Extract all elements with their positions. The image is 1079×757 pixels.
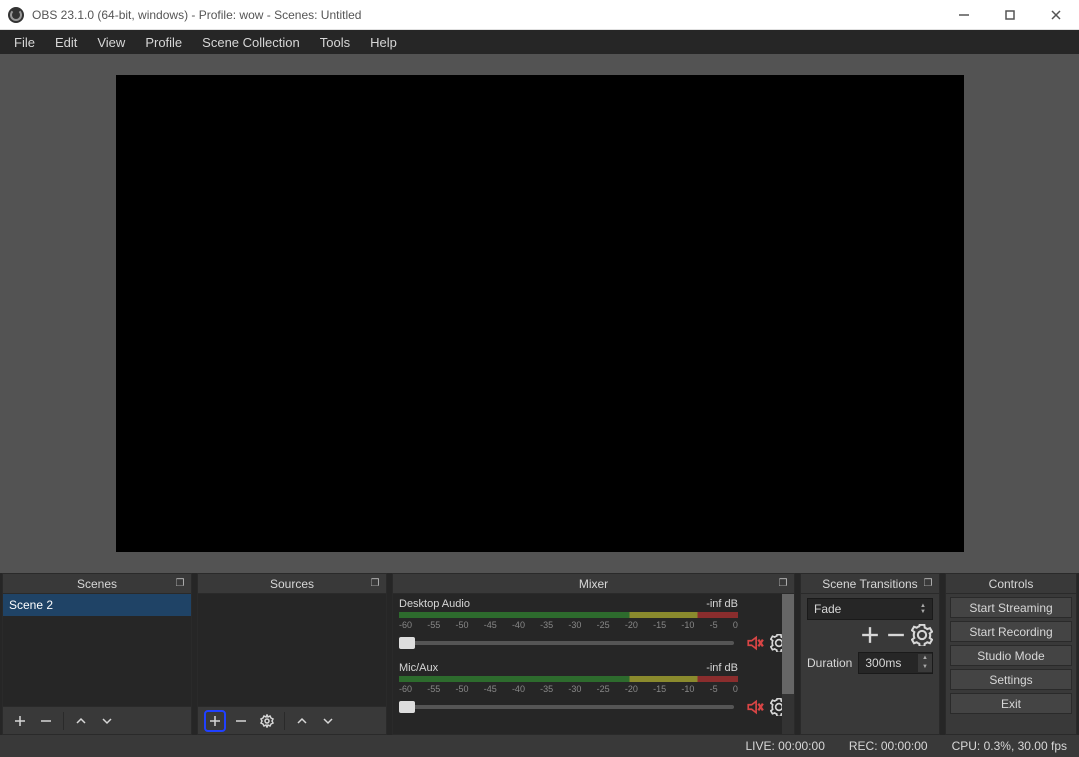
statusbar: LIVE: 00:00:00 REC: 00:00:00 CPU: 0.3%, … <box>0 735 1079 757</box>
close-button[interactable] <box>1033 0 1079 30</box>
chevron-up-icon[interactable]: ▲ <box>918 654 932 663</box>
controls-title: Controls <box>989 577 1034 591</box>
menu-profile[interactable]: Profile <box>135 32 192 53</box>
menu-help[interactable]: Help <box>360 32 407 53</box>
status-rec: REC: 00:00:00 <box>849 739 928 753</box>
preview-canvas[interactable] <box>116 75 964 552</box>
chevron-down-icon[interactable]: ▼ <box>918 663 932 672</box>
volume-slider[interactable] <box>399 705 734 709</box>
move-source-up-button[interactable] <box>291 710 313 732</box>
scenes-title: Scenes <box>77 577 117 591</box>
controls-panel: Controls Start Streaming Start Recording… <box>945 573 1077 735</box>
add-source-button[interactable] <box>204 710 226 732</box>
start-streaming-button[interactable]: Start Streaming <box>950 597 1072 618</box>
channel-level: -inf dB <box>706 662 738 674</box>
transition-properties-button[interactable] <box>911 624 933 646</box>
move-scene-up-button[interactable] <box>70 710 92 732</box>
duration-input[interactable]: 300ms ▲▼ <box>858 652 933 674</box>
undock-icon[interactable]: ❐ <box>776 576 790 590</box>
channel-level: -inf dB <box>706 598 738 610</box>
channel-name: Mic/Aux <box>399 662 438 674</box>
minimize-button[interactable] <box>941 0 987 30</box>
undock-icon[interactable]: ❐ <box>921 576 935 590</box>
sources-list[interactable] <box>198 594 386 706</box>
mixer-title: Mixer <box>579 577 608 591</box>
menubar: File Edit View Profile Scene Collection … <box>0 30 1079 54</box>
volume-slider[interactable] <box>399 641 734 645</box>
add-scene-button[interactable] <box>9 710 31 732</box>
exit-button[interactable]: Exit <box>950 693 1072 714</box>
transition-select[interactable]: Fade ▲▼ <box>807 598 933 620</box>
menu-view[interactable]: View <box>87 32 135 53</box>
sources-panel: Sources ❐ <box>197 573 387 735</box>
mixer-channel: Desktop Audio -inf dB -60-55-50-45-40-35… <box>399 598 788 652</box>
titlebar: OBS 23.1.0 (64-bit, windows) - Profile: … <box>0 0 1079 30</box>
sources-title: Sources <box>270 577 314 591</box>
meter-ticks: -60-55-50-45-40-35-30-25-20-15-10-50 <box>399 620 788 630</box>
mute-icon[interactable] <box>746 634 764 652</box>
remove-transition-button[interactable] <box>885 624 907 646</box>
scenes-list[interactable]: Scene 2 <box>3 594 191 706</box>
audio-meter <box>399 676 738 682</box>
move-scene-down-button[interactable] <box>96 710 118 732</box>
undock-icon[interactable]: ❐ <box>368 576 382 590</box>
move-source-down-button[interactable] <box>317 710 339 732</box>
status-live: LIVE: 00:00:00 <box>745 739 824 753</box>
main-area <box>0 54 1079 573</box>
add-transition-button[interactable] <box>859 624 881 646</box>
app-icon <box>8 7 24 23</box>
remove-scene-button[interactable] <box>35 710 57 732</box>
source-properties-button[interactable] <box>256 710 278 732</box>
mixer-panel: Mixer ❐ Desktop Audio -inf dB -60-55-50-4… <box>392 573 795 735</box>
settings-button[interactable]: Settings <box>950 669 1072 690</box>
transitions-panel: Scene Transitions ❐ Fade ▲▼ Duration 300m… <box>800 573 940 735</box>
audio-meter <box>399 612 738 618</box>
scenes-panel: Scenes ❐ Scene 2 <box>2 573 192 735</box>
mixer-scrollbar[interactable] <box>782 594 794 734</box>
menu-edit[interactable]: Edit <box>45 32 87 53</box>
menu-tools[interactable]: Tools <box>310 32 360 53</box>
menu-file[interactable]: File <box>4 32 45 53</box>
duration-label: Duration <box>807 656 852 670</box>
studio-mode-button[interactable]: Studio Mode <box>950 645 1072 666</box>
mixer-channel: Mic/Aux -inf dB -60-55-50-45-40-35-30-25… <box>399 662 788 716</box>
status-cpu: CPU: 0.3%, 30.00 fps <box>952 739 1067 753</box>
start-recording-button[interactable]: Start Recording <box>950 621 1072 642</box>
channel-name: Desktop Audio <box>399 598 470 610</box>
menu-scene-collection[interactable]: Scene Collection <box>192 32 310 53</box>
remove-source-button[interactable] <box>230 710 252 732</box>
transitions-title: Scene Transitions <box>822 577 917 591</box>
maximize-button[interactable] <box>987 0 1033 30</box>
meter-ticks: -60-55-50-45-40-35-30-25-20-15-10-50 <box>399 684 788 694</box>
window-title: OBS 23.1.0 (64-bit, windows) - Profile: … <box>32 8 941 22</box>
scene-item[interactable]: Scene 2 <box>3 594 191 616</box>
undock-icon[interactable]: ❐ <box>173 576 187 590</box>
mute-icon[interactable] <box>746 698 764 716</box>
